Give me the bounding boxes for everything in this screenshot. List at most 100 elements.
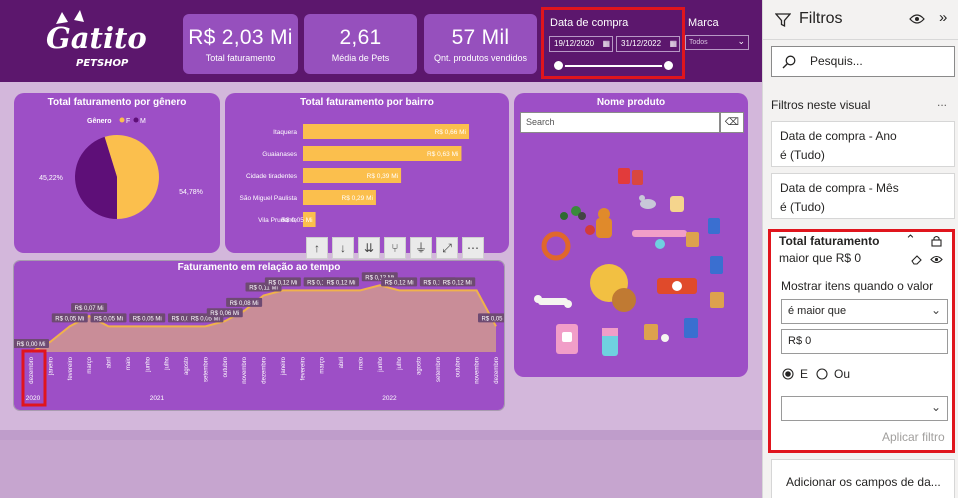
area-data-label: R$ 0,08 Mi <box>230 301 259 307</box>
area-data-label: R$ 0,05 Mi <box>481 316 504 322</box>
area-data-label: R$ 0,12 Mi <box>326 280 355 286</box>
apply-filter-button[interactable]: Aplicar filtro <box>882 430 945 444</box>
bar-data-label: R$ 0,05 Mi <box>281 217 312 224</box>
bar-data-label: R$ 0,39 Mi <box>367 173 398 180</box>
value-input-text: R$ 0 <box>788 335 812 347</box>
year-tick-label: 2021 <box>150 395 165 402</box>
month-tick-label: agosto <box>184 356 190 375</box>
pie-legend-label-m: M <box>140 118 146 125</box>
filters-search-input[interactable]: Pesquis... <box>771 46 955 77</box>
month-tick-label: janeiro <box>281 356 287 376</box>
kpi-label: Total faturamento <box>205 53 276 63</box>
collapse-pane-icon[interactable]: » <box>939 9 947 26</box>
date-slider-start-handle[interactable] <box>552 59 565 72</box>
logo-main-text: Gatito <box>46 21 147 55</box>
canvas-bottom-strip <box>0 430 762 440</box>
lock-icon[interactable] <box>931 235 942 247</box>
pie-chart: Gênero F M 54,78% 45,22% <box>39 117 203 219</box>
filter-card-total-faturamento[interactable]: Total faturamento ⌃ maior que R$ 0 Mostr… <box>768 229 955 453</box>
month-tick-label: outubro <box>455 356 461 377</box>
bird-plush-icon <box>560 206 586 220</box>
small-treat-icon <box>644 324 669 342</box>
area-data-label: R$ 0,05 Mi <box>133 316 162 322</box>
bone-bag-icon <box>556 324 578 354</box>
double-arrow-down-icon[interactable]: ⇊ <box>358 237 380 259</box>
divider <box>763 39 958 40</box>
bar-chart-card[interactable]: Total faturamento por bairro Itaquera R$ … <box>225 93 509 253</box>
area-data-label: R$ 0,00 Mi <box>16 342 45 348</box>
treat-box-icon <box>686 232 723 274</box>
area-data-label: R$ 0,12 Mi <box>268 280 297 286</box>
area-chart: R$ 0,00 Mi R$ 0,05 Mi R$ 0,07 Mi R$ 0,05 Mi… <box>14 272 504 407</box>
toy-mouse-icon <box>639 195 656 209</box>
filter-card-summary: é (Tudo) <box>780 200 825 214</box>
add-fields-drop-area[interactable]: Adicionar os campos de da... <box>771 459 955 498</box>
more-options-icon[interactable]: ⋯ <box>462 237 484 259</box>
area-data-label: R$ 0,07 Mi <box>75 306 104 312</box>
radio-and[interactable] <box>782 368 794 380</box>
radio-or-label: Ou <box>834 367 851 381</box>
year-tick-label: 2022 <box>382 395 397 402</box>
line-chart-card[interactable]: Faturamento em relação ao tempo R$ 0,00 … <box>13 260 505 411</box>
eraser-icon[interactable] <box>911 254 923 265</box>
eye-icon[interactable] <box>930 255 943 264</box>
area-data-label: R$ 0,05 Mi <box>94 316 123 322</box>
kpi-media-pets[interactable]: 2,61 Média de Pets <box>304 14 417 74</box>
bar-data-label: R$ 0,66 Mi <box>435 129 466 136</box>
show-items-label: Mostrar itens quando o valor <box>781 279 934 293</box>
filters-search-placeholder: Pesquis... <box>810 54 863 68</box>
radio-or[interactable] <box>816 368 828 380</box>
eraser-icon[interactable]: ⌫ <box>720 112 744 133</box>
section-label: Filtros neste visual <box>771 98 871 112</box>
area-data-label: R$ 0,12 Mi <box>443 280 472 286</box>
month-tick-label: outubro <box>223 356 229 377</box>
start-date-input[interactable]: 19/12/2020 ▦ <box>549 36 613 52</box>
end-date-input[interactable]: 31/12/2022 ▦ <box>616 36 680 52</box>
chevron-up-icon[interactable]: ⌃ <box>905 232 916 248</box>
month-tick-label: fevereiro <box>68 356 74 380</box>
fork-arrow-icon[interactable]: ⑂ <box>384 237 406 259</box>
orange-dog-icon <box>585 208 612 238</box>
month-tick-label: abril <box>107 357 113 368</box>
calendar-icon[interactable]: ▦ <box>602 37 610 51</box>
month-tick-label: setembro <box>203 356 209 382</box>
filter-card-mes[interactable]: Data de compra - Mês é (Tudo) <box>771 173 955 219</box>
month-tick-label: julho <box>397 356 403 370</box>
legend-swatch-m <box>133 117 139 123</box>
kpi-total-faturamento[interactable]: R$ 2,03 Mi Total faturamento <box>183 14 298 74</box>
calendar-icon[interactable]: ▦ <box>669 37 677 51</box>
kpi-qnt-produtos[interactable]: 57 Mil Qnt. produtos vendidos <box>424 14 537 74</box>
date-range-slicer: Data de compra 19/12/2020 ▦ 31/12/2022 ▦ <box>541 7 685 79</box>
eye-icon[interactable] <box>909 13 925 25</box>
operator-dropdown[interactable]: é maior que ⌄ <box>781 299 948 324</box>
kpi-value: 2,61 <box>339 26 382 49</box>
value-input[interactable]: R$ 0 <box>781 329 948 354</box>
month-tick-label: junho <box>378 356 384 372</box>
marca-dropdown[interactable]: Todos ⌄ <box>685 35 749 50</box>
section-more-icon[interactable]: ... <box>937 95 947 109</box>
search-icon <box>782 55 796 69</box>
arrow-down-icon[interactable]: ↓ <box>332 237 354 259</box>
start-date-value: 19/12/2020 <box>554 39 595 48</box>
second-operator-dropdown[interactable]: ⌄ <box>781 396 948 421</box>
month-tick-label: setembro <box>436 356 442 382</box>
focus-mode-icon[interactable]: ⤢ <box>436 237 458 259</box>
product-search-input[interactable]: Search <box>520 112 720 133</box>
date-slider-end-handle[interactable] <box>662 59 675 72</box>
bone-toy-icon <box>534 295 572 308</box>
date-slider-track[interactable] <box>558 65 670 67</box>
pie-chart-card[interactable]: Total faturamento por gênero Gênero F M … <box>14 93 220 253</box>
filter-icon[interactable]: ⏚ <box>410 237 432 259</box>
chevron-down-icon: ⌄ <box>737 36 745 46</box>
bar-category-label: Guaianases <box>262 151 297 158</box>
operator-value: é maior que <box>788 305 847 317</box>
pie-legend-title: Gênero <box>87 118 112 125</box>
food-jar-icon <box>602 328 618 356</box>
product-image-cloud <box>534 168 724 356</box>
bar-chart: Itaquera R$ 0,66 Mi Guaianases R$ 0,63 Mi Ci… <box>240 124 469 227</box>
year-tick-label: 2020 <box>26 395 41 402</box>
end-date-value: 31/12/2022 <box>621 39 662 48</box>
arrow-up-icon[interactable]: ↑ <box>306 237 328 259</box>
filter-card-ano[interactable]: Data de compra - Ano é (Tudo) <box>771 121 955 167</box>
month-tick-label: julho <box>165 356 171 370</box>
